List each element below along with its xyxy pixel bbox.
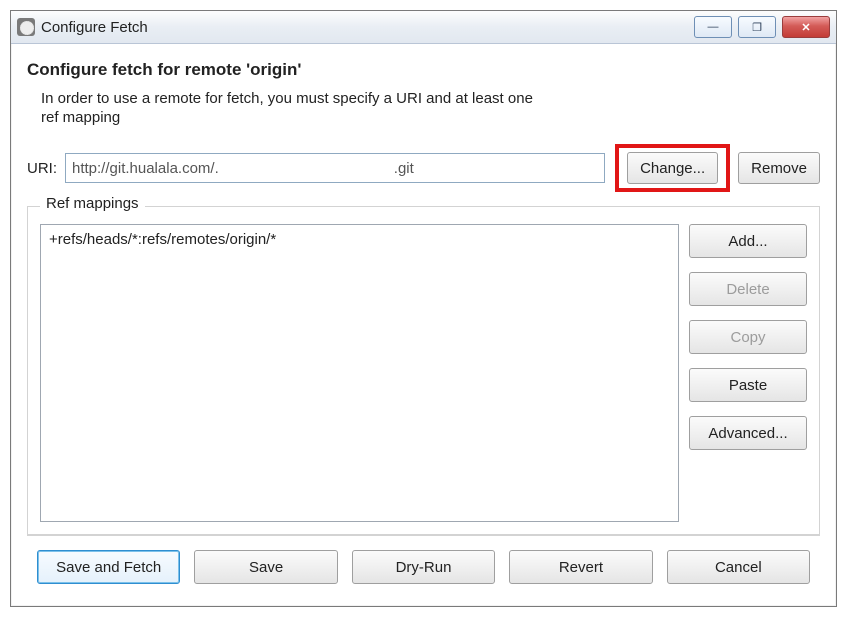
remove-button[interactable]: Remove [738, 152, 820, 184]
description-line-2: ref mapping [41, 109, 820, 126]
change-button[interactable]: Change... [627, 152, 718, 184]
minimize-icon: — [708, 21, 719, 33]
maximize-icon: ❐ [752, 21, 762, 34]
advanced-button[interactable]: Advanced... [689, 416, 807, 450]
uri-input[interactable] [65, 153, 605, 183]
ref-mappings-legend: Ref mappings [40, 195, 145, 212]
close-icon: ✕ [801, 21, 810, 34]
maximize-button[interactable]: ❐ [738, 16, 776, 38]
uri-label: URI: [27, 160, 57, 177]
page-title: Configure fetch for remote 'origin' [27, 60, 820, 80]
ref-mapping-item[interactable]: +refs/heads/*:refs/remotes/origin/* [49, 231, 670, 248]
save-and-fetch-button[interactable]: Save and Fetch [37, 550, 180, 584]
cancel-button[interactable]: Cancel [667, 550, 810, 584]
save-button[interactable]: Save [194, 550, 337, 584]
window-controls: — ❐ ✕ [694, 16, 830, 38]
uri-row: URI: Change... Remove [27, 144, 820, 192]
delete-button[interactable]: Delete [689, 272, 807, 306]
copy-button[interactable]: Copy [689, 320, 807, 354]
description-line-1: In order to use a remote for fetch, you … [41, 90, 820, 107]
close-button[interactable]: ✕ [782, 16, 830, 38]
minimize-button[interactable]: — [694, 16, 732, 38]
dialog-footer: Save and Fetch Save Dry-Run Revert Cance… [27, 535, 820, 598]
add-button[interactable]: Add... [689, 224, 807, 258]
dialog-content: Configure fetch for remote 'origin' In o… [11, 44, 836, 606]
ref-mappings-list[interactable]: +refs/heads/*:refs/remotes/origin/* [40, 224, 679, 522]
paste-button[interactable]: Paste [689, 368, 807, 402]
change-highlight: Change... [615, 144, 730, 192]
revert-button[interactable]: Revert [509, 550, 652, 584]
app-icon [17, 18, 35, 36]
ref-mappings-actions: Add... Delete Copy Paste Advanced... [689, 224, 807, 522]
window-title: Configure Fetch [41, 19, 148, 36]
title-bar: Configure Fetch — ❐ ✕ [11, 11, 836, 44]
dry-run-button[interactable]: Dry-Run [352, 550, 495, 584]
dialog-window: Configure Fetch — ❐ ✕ Configure fetch fo… [10, 10, 837, 607]
ref-mappings-fieldset: Ref mappings +refs/heads/*:refs/remotes/… [27, 206, 820, 535]
